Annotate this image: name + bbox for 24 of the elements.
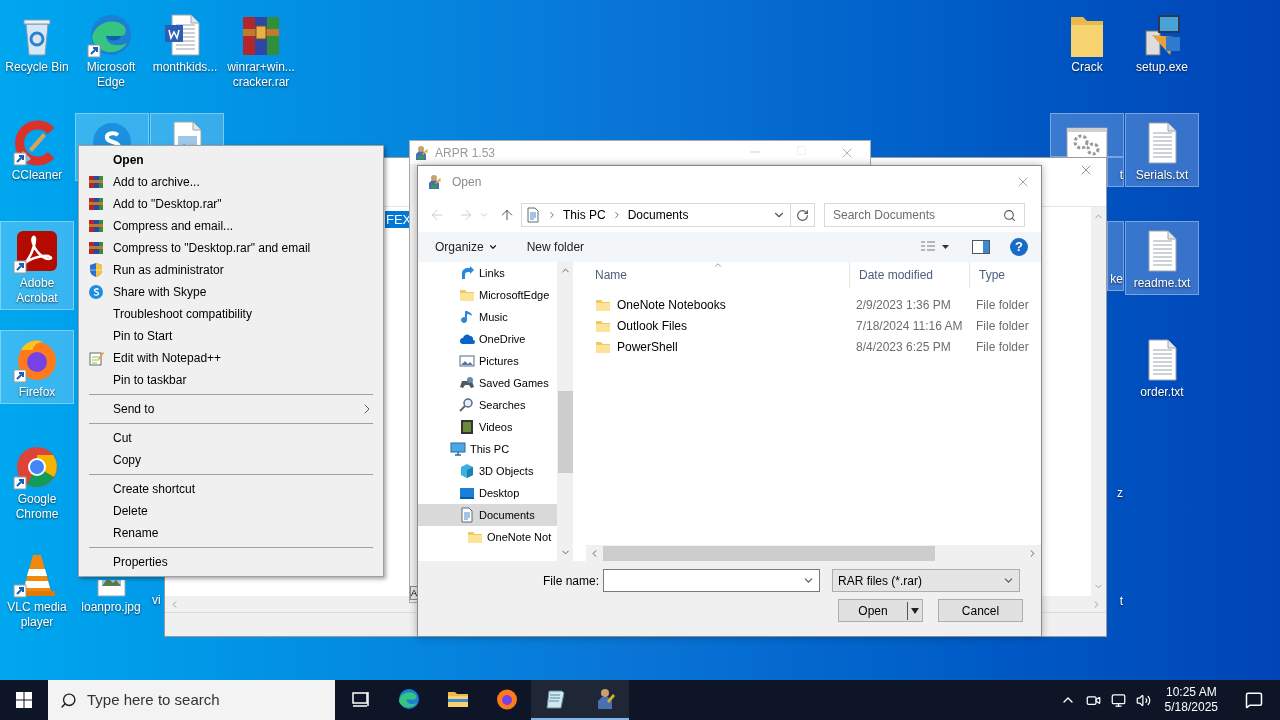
icon-label: readme.txt	[1132, 276, 1192, 291]
window-title: Open	[452, 174, 482, 191]
icon-label: setup.exe	[1134, 60, 1189, 75]
icon-label: order.txt	[1139, 385, 1185, 400]
icon-label: Microsoft Edge	[85, 60, 137, 90]
field-label: File name:	[541, 572, 600, 590]
window-title: ARPR 1.53	[435, 144, 496, 162]
type-cell-text: File folder	[975, 317, 1030, 335]
icon-label: monthkids...	[151, 60, 219, 75]
type-cell-text: File folder	[975, 296, 1030, 314]
icon-label: Firefox	[17, 385, 57, 400]
icon-label: VLC media player	[6, 600, 68, 630]
type-cell-text: File folder	[975, 338, 1030, 356]
icon-label: Recycle Bin	[4, 60, 70, 75]
icon-label: winrar+win... cracker.rar	[226, 60, 296, 90]
date-cell-text: 7/18/2024 11:16 AM	[855, 317, 964, 335]
icon-label: Serials.txt	[1134, 168, 1190, 183]
date-cell-text: 2/9/2023 1:36 PM	[855, 296, 952, 314]
date-cell-text: 8/4/2023 6:25 PM	[855, 338, 952, 356]
icon-label: Crack	[1070, 60, 1104, 75]
icon-label: Adobe Acrobat	[15, 276, 59, 306]
icon-label: loanpro.jpg	[80, 600, 142, 615]
icon-label: Google Chrome	[14, 492, 60, 522]
icon-label: CCleaner	[10, 168, 64, 183]
